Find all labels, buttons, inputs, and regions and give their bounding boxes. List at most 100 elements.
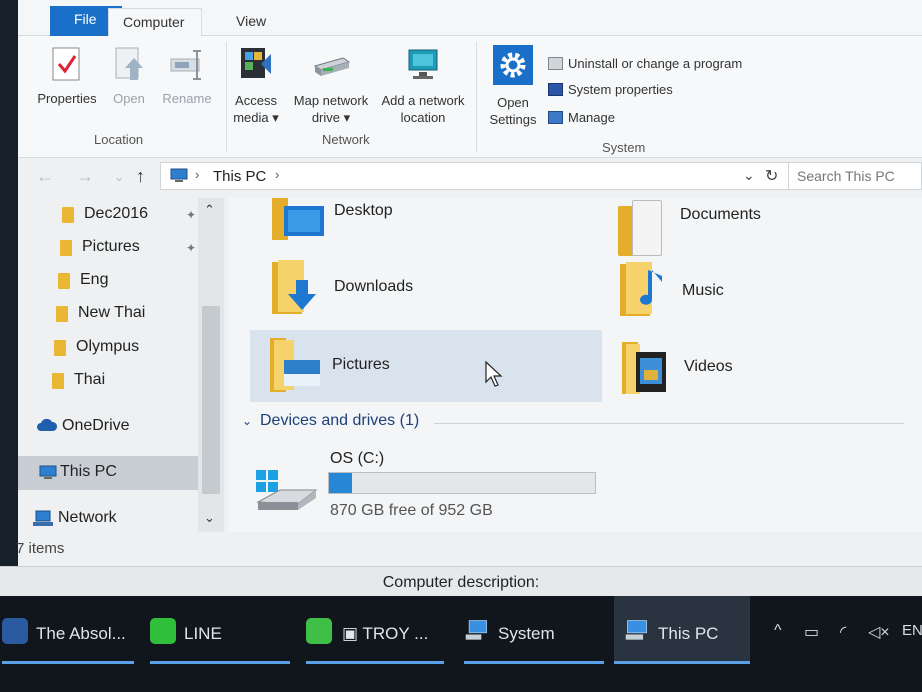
address-bar[interactable]: › This PC › ⌄ ↻: [160, 162, 800, 190]
pdf-app-icon: [2, 618, 28, 644]
nav-label: Pictures: [82, 238, 140, 255]
scroll-thumb[interactable]: [202, 306, 220, 494]
back-arrow-icon[interactable]: ←: [36, 166, 54, 187]
system-properties-link[interactable]: System properties: [548, 82, 673, 97]
properties-icon: [52, 47, 80, 81]
scroll-down-icon[interactable]: ⌄: [204, 510, 215, 526]
add-network-location-button[interactable]: Add a network location: [376, 44, 470, 126]
rename-label: Rename: [162, 91, 212, 106]
folder-icon: [56, 306, 68, 322]
folder-label: Documents: [680, 206, 761, 223]
access-media-icon: [241, 48, 271, 78]
nav-item-eng[interactable]: Eng: [18, 266, 198, 296]
manage-link[interactable]: Manage: [548, 110, 615, 125]
recent-locations-chevron-icon[interactable]: ⌄: [114, 170, 124, 184]
folder-pictures[interactable]: Pictures: [268, 336, 468, 396]
folder-label: Videos: [684, 358, 733, 375]
this-pc-icon: [39, 465, 57, 479]
network-group-label: Network: [322, 132, 370, 147]
devices-drives-header[interactable]: Devices and drives (1): [260, 412, 419, 430]
taskbar-label: ▣ TROY ...: [342, 624, 429, 643]
rename-icon: [170, 50, 201, 80]
open-settings-label-1: Open: [497, 95, 529, 110]
taskbar-app-line[interactable]: LINE: [150, 596, 290, 664]
taskbar-label: The Absol...: [36, 624, 126, 643]
file-explorer-window: File Computer View Properties Open Renam…: [0, 0, 922, 596]
drive-name: OS (C:): [330, 450, 385, 467]
location-group-label: Location: [94, 132, 144, 147]
taskbar-app-this-pc[interactable]: This PC: [614, 596, 750, 664]
wifi-icon[interactable]: ◜: [840, 622, 846, 642]
refresh-icon[interactable]: ↻: [765, 166, 778, 186]
folder-downloads[interactable]: Downloads: [270, 258, 470, 318]
taskbar-app-system[interactable]: System: [464, 596, 604, 664]
taskbar-app-troy[interactable]: ▣ TROY ...: [306, 596, 444, 664]
pictures-folder-icon: [270, 338, 320, 392]
folder-music[interactable]: Music: [618, 260, 818, 320]
nav-item-pictures[interactable]: Pictures ✦: [18, 233, 198, 263]
forward-arrow-icon[interactable]: →: [76, 166, 94, 187]
desktop-folder-icon: [272, 198, 324, 240]
rename-button[interactable]: Rename: [156, 46, 218, 107]
search-input[interactable]: Search This PC: [788, 162, 922, 190]
speaker-muted-icon[interactable]: ◁×: [868, 622, 890, 642]
manage-label: Manage: [568, 110, 615, 125]
uninstall-icon: [548, 57, 563, 70]
access-media-label-1: Access: [235, 93, 277, 108]
uninstall-program-link[interactable]: Uninstall or change a program: [548, 56, 742, 71]
nav-item-this-pc[interactable]: This PC: [18, 456, 198, 490]
folder-videos[interactable]: Videos: [620, 340, 820, 400]
videos-folder-icon: [622, 342, 666, 394]
taskbar-app-absolute-pdf[interactable]: The Absol...: [2, 596, 134, 664]
scroll-up-icon[interactable]: ⌃: [204, 202, 215, 218]
taskbar: The Absol... LINE ▣ TROY ... System This…: [0, 596, 922, 692]
nav-item-thai[interactable]: Thai: [18, 366, 198, 396]
status-bar: 7 items: [16, 532, 922, 566]
uninstall-label: Uninstall or change a program: [568, 56, 743, 71]
nav-label: Dec2016: [84, 205, 149, 222]
map-drive-label-2: drive ▾: [311, 110, 351, 125]
breadcrumb-chevron-icon[interactable]: ›: [275, 167, 279, 182]
language-indicator[interactable]: EN: [902, 622, 922, 639]
nav-item-new-thai[interactable]: New Thai: [18, 299, 198, 329]
pin-icon[interactable]: ✦: [186, 241, 196, 255]
drive-os-c[interactable]: OS (C:) 870 GB free of 952 GB: [254, 450, 614, 522]
open-settings-button[interactable]: Open Settings: [482, 44, 544, 128]
open-button[interactable]: Open: [106, 46, 152, 107]
section-divider: [434, 423, 904, 424]
folder-desktop[interactable]: Desktop: [270, 198, 470, 244]
address-dropdown-icon[interactable]: ⌄: [743, 167, 755, 184]
tray-overflow-chevron-icon[interactable]: ^: [774, 622, 782, 640]
folder-icon: [52, 373, 64, 389]
properties-button[interactable]: Properties: [32, 46, 102, 107]
battery-icon[interactable]: ▭: [804, 622, 819, 642]
folder-documents[interactable]: Documents: [618, 200, 818, 256]
nav-item-onedrive[interactable]: OneDrive: [18, 412, 198, 442]
tab-view[interactable]: View: [220, 8, 266, 36]
nav-item-dec2016[interactable]: Dec2016 ✦: [18, 200, 198, 230]
system-icon: [465, 620, 487, 640]
up-arrow-icon[interactable]: ↑: [136, 166, 145, 187]
breadcrumb-this-pc[interactable]: This PC: [213, 168, 266, 185]
access-media-label-2: media ▾: [233, 110, 279, 125]
collapse-chevron-icon[interactable]: ⌄: [242, 414, 252, 428]
navigation-pane: Dec2016 ✦ Pictures ✦ Eng New Thai Olympu…: [18, 198, 228, 532]
pin-icon[interactable]: ✦: [186, 208, 196, 222]
nav-item-olympus[interactable]: Olympus: [18, 333, 198, 363]
this-pc-icon: [625, 620, 647, 640]
mouse-cursor-icon: [485, 360, 503, 387]
documents-folder-icon: [618, 200, 666, 256]
nav-scrollbar[interactable]: ⌃ ⌄: [198, 198, 224, 532]
nav-label: Olympus: [76, 338, 140, 355]
folder-label: Music: [682, 282, 724, 299]
access-media-button[interactable]: Access media ▾: [226, 44, 286, 126]
taskbar-label: This PC: [658, 624, 719, 643]
tab-computer[interactable]: Computer: [108, 8, 202, 36]
folder-label: Pictures: [332, 356, 390, 373]
map-network-drive-button[interactable]: Map network drive ▾: [288, 44, 374, 126]
nav-item-network[interactable]: Network: [18, 504, 198, 534]
open-icon: [115, 47, 143, 80]
nav-label: Thai: [74, 371, 106, 388]
system-group-label: System: [602, 140, 646, 155]
downloads-folder-icon: [272, 260, 316, 314]
